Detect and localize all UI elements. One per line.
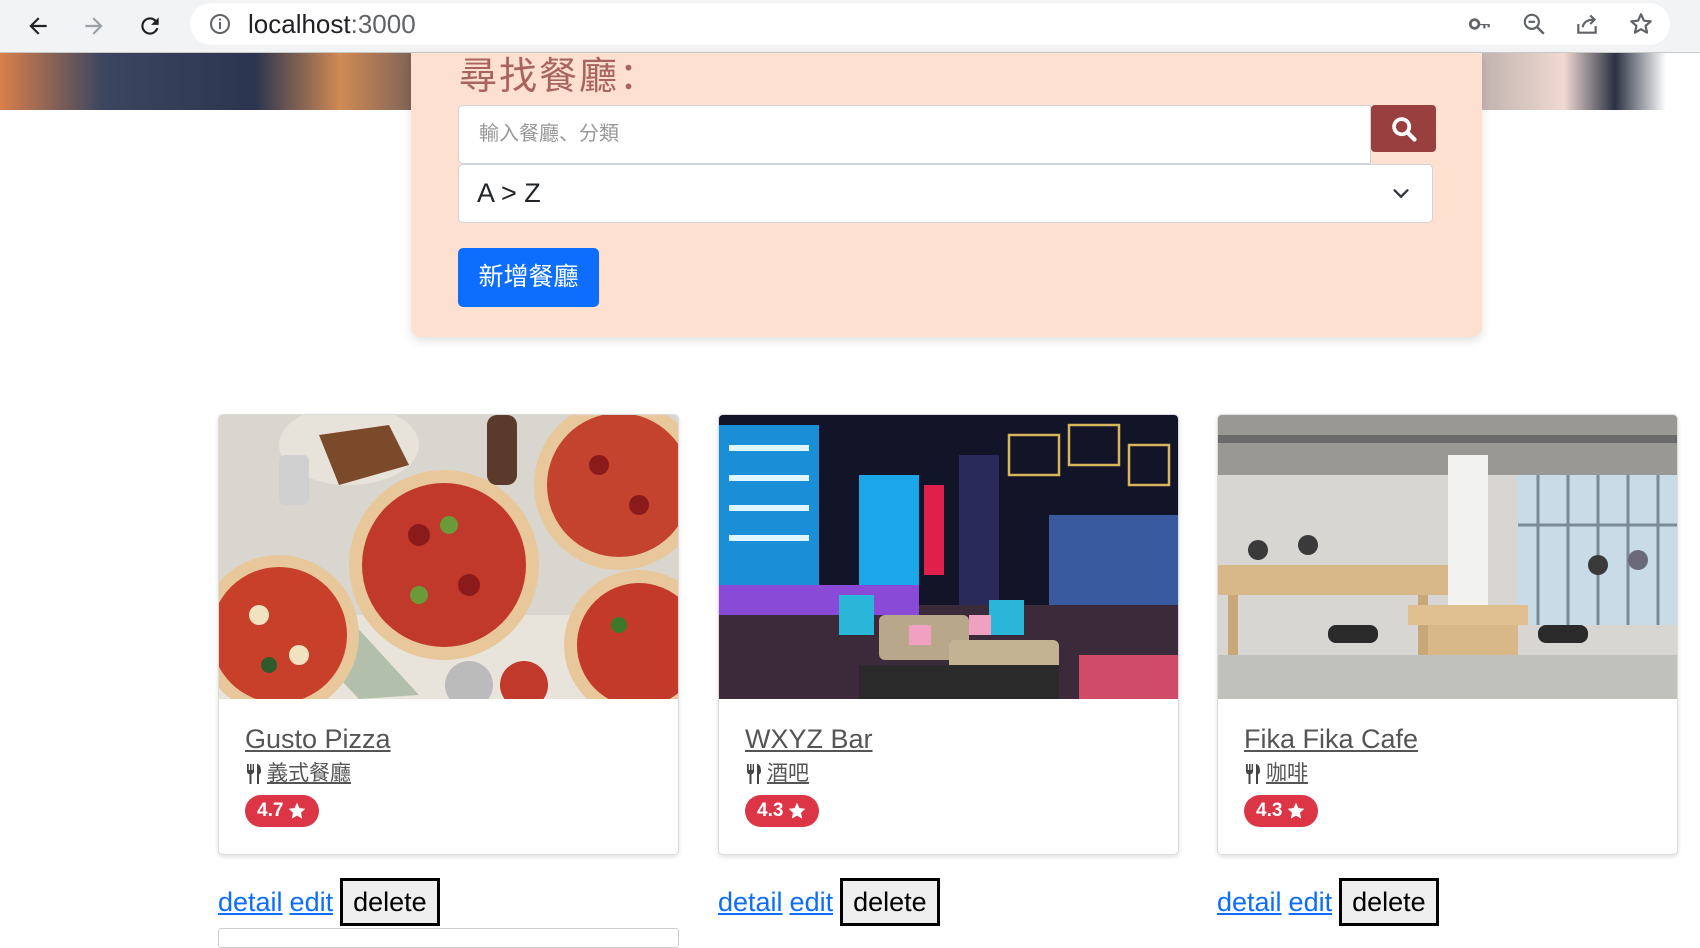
restaurant-card: Gusto Pizza 義式餐廳 4.7 — [218, 414, 679, 855]
forward-button[interactable] — [74, 6, 114, 46]
browser-toolbar: localhost:3000 — [0, 0, 1700, 53]
edit-link[interactable]: edit — [790, 887, 834, 918]
utensils-icon — [747, 764, 761, 784]
search-icon — [1391, 116, 1417, 142]
edit-link[interactable]: edit — [290, 887, 334, 918]
sort-select-value: A > Z — [477, 178, 541, 208]
restaurant-card: Fika Fika Cafe 咖啡 4.3 — [1217, 414, 1678, 855]
next-card-peek — [218, 928, 679, 948]
utensils-icon — [1246, 764, 1260, 784]
back-button[interactable] — [18, 6, 58, 46]
rating-badge: 4.3 — [1244, 795, 1319, 827]
restaurant-category: 酒吧 — [745, 759, 1168, 789]
card-actions: detail edit delete — [718, 878, 940, 926]
rating-value: 4.3 — [757, 800, 784, 821]
delete-button[interactable]: delete — [340, 878, 440, 926]
restaurant-image[interactable] — [719, 415, 1179, 699]
restaurant-name-link[interactable]: WXYZ Bar — [745, 721, 1168, 757]
card-actions: detail edit delete — [1217, 878, 1439, 926]
url-host: localhost — [248, 9, 351, 39]
url-port: :3000 — [350, 9, 416, 39]
rating-badge: 4.3 — [745, 795, 820, 827]
search-input[interactable]: 輸入餐廳、分類 — [458, 105, 1371, 164]
star-icon — [289, 802, 306, 819]
card-actions: detail edit delete — [218, 878, 440, 926]
detail-link[interactable]: detail — [718, 887, 783, 918]
delete-button[interactable]: delete — [840, 878, 940, 926]
card-body: Gusto Pizza 義式餐廳 4.7 — [245, 721, 668, 827]
star-bookmark-icon[interactable] — [1627, 10, 1655, 38]
delete-button[interactable]: delete — [1339, 878, 1439, 926]
panel-title: 尋找餐廳： — [459, 56, 660, 98]
rating-value: 4.7 — [257, 800, 284, 821]
reload-button[interactable] — [130, 6, 170, 46]
category-text[interactable]: 咖啡 — [1266, 759, 1308, 789]
restaurant-category: 咖啡 — [1244, 759, 1667, 789]
url-text: localhost:3000 — [248, 9, 416, 39]
restaurant-name-link[interactable]: Gusto Pizza — [245, 721, 668, 757]
share-icon[interactable] — [1573, 10, 1601, 38]
reload-icon — [141, 17, 159, 35]
rating-badge: 4.7 — [245, 795, 320, 827]
add-restaurant-button[interactable]: 新增餐廳 — [458, 248, 599, 307]
restaurant-image[interactable] — [219, 415, 679, 699]
edit-link[interactable]: edit — [1289, 887, 1333, 918]
category-text[interactable]: 義式餐廳 — [267, 759, 351, 789]
sort-select[interactable]: A > Z — [458, 164, 1433, 223]
restaurant-image[interactable] — [1218, 415, 1678, 699]
rating-value: 4.3 — [1256, 800, 1283, 821]
search-panel: 尋找餐廳： 輸入餐廳、分類 A > Z 新增餐廳 — [411, 53, 1482, 337]
arrow-left-icon — [29, 17, 47, 35]
detail-link[interactable]: detail — [218, 887, 283, 918]
utensils-icon — [247, 764, 261, 784]
address-bar[interactable]: localhost:3000 — [190, 3, 1670, 45]
category-text[interactable]: 酒吧 — [767, 759, 809, 789]
star-icon — [789, 802, 806, 819]
zoom-out-icon[interactable] — [1520, 10, 1548, 38]
chevron-down-icon — [1393, 189, 1409, 198]
star-icon — [1288, 802, 1305, 819]
search-button[interactable] — [1371, 105, 1436, 152]
arrow-right-icon — [85, 17, 103, 35]
detail-link[interactable]: detail — [1217, 887, 1282, 918]
key-icon[interactable] — [1466, 10, 1494, 38]
restaurant-card: WXYZ Bar 酒吧 4.3 — [718, 414, 1179, 855]
restaurant-name-link[interactable]: Fika Fika Cafe — [1244, 721, 1667, 757]
card-body: Fika Fika Cafe 咖啡 4.3 — [1244, 721, 1667, 827]
card-body: WXYZ Bar 酒吧 4.3 — [745, 721, 1168, 827]
info-icon[interactable] — [208, 12, 232, 36]
restaurant-category: 義式餐廳 — [245, 759, 668, 789]
